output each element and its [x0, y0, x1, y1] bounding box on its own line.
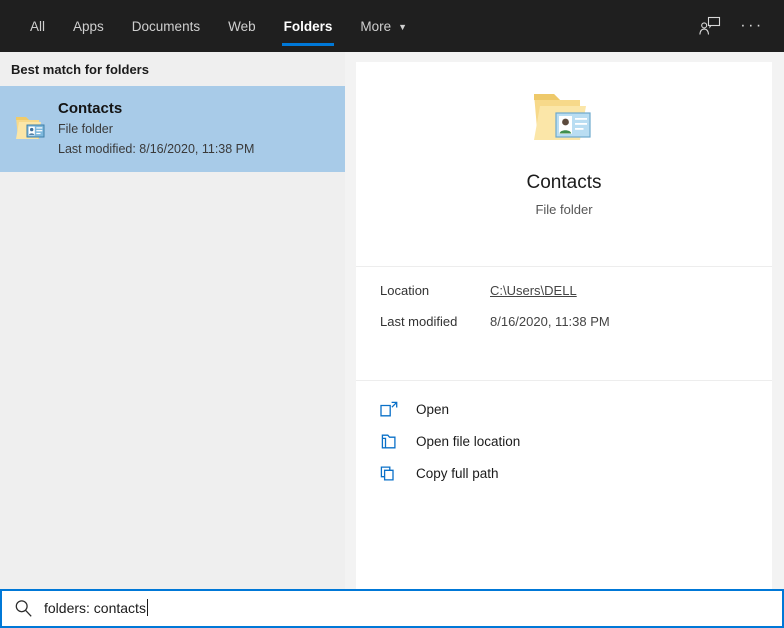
folder-contacts-large-icon: [356, 88, 772, 152]
search-input-container[interactable]: folders: contacts: [0, 589, 784, 628]
metadata-value-last-modified: 8/16/2020, 11:38 PM: [490, 314, 610, 329]
tab-web-label: Web: [228, 18, 256, 34]
results-list-pane: Best match for folders Contacts File fol…: [0, 52, 345, 589]
tab-documents[interactable]: Documents: [118, 0, 214, 52]
tab-all[interactable]: All: [16, 0, 59, 52]
tab-apps[interactable]: Apps: [59, 0, 118, 52]
tab-all-label: All: [30, 18, 46, 34]
search-tab-bar: All Apps Documents Web Folders More ▼ ··…: [0, 0, 784, 52]
search-icon: [2, 599, 44, 618]
overflow-dots-label: ···: [740, 17, 764, 34]
tab-more[interactable]: More ▼: [346, 0, 421, 52]
folder-open-icon: [380, 433, 410, 450]
tab-folders-label: Folders: [283, 18, 333, 34]
result-item-type: File folder: [58, 122, 113, 136]
text-caret: [146, 599, 148, 616]
action-copy-full-path-label: Copy full path: [416, 465, 499, 481]
tab-active-underline: [281, 43, 335, 46]
search-input-text[interactable]: folders: contacts: [44, 599, 148, 618]
chevron-down-icon: ▼: [398, 21, 408, 32]
result-item-modified: Last modified: 8/16/2020, 11:38 PM: [58, 142, 255, 156]
detail-actions: Open Open file location Copy full path: [356, 381, 772, 489]
metadata-value-location-link[interactable]: C:\Users\DELL: [490, 283, 577, 298]
metadata-key-last-modified: Last modified: [380, 314, 458, 329]
action-open-file-location[interactable]: Open file location: [380, 425, 772, 457]
action-open[interactable]: Open: [380, 393, 772, 425]
tab-bar-actions: ···: [692, 8, 770, 44]
metadata-key-location: Location: [380, 283, 430, 298]
result-item-contacts[interactable]: Contacts File folder Last modified: 8/16…: [0, 86, 345, 172]
tab-web[interactable]: Web: [214, 0, 270, 52]
detail-hero: Contacts File folder: [356, 62, 772, 217]
metadata-row-location: Location C:\Users\DELL: [380, 283, 772, 314]
result-item-text: Contacts File folder Last modified: 8/16…: [58, 99, 254, 159]
tab-folders[interactable]: Folders: [270, 0, 347, 52]
search-results-body: Best match for folders Contacts File fol…: [0, 52, 784, 589]
copy-icon: [380, 465, 410, 482]
metadata-row-last-modified: Last modified 8/16/2020, 11:38 PM: [380, 314, 772, 345]
detail-title: Contacts: [526, 172, 602, 193]
result-item-title: Contacts: [58, 100, 123, 117]
tab-more-label: More: [360, 18, 392, 34]
search-input-value: folders: contacts: [44, 600, 146, 616]
detail-preview-card: Contacts File folder Location C:\Users\D…: [356, 62, 772, 589]
folder-contacts-icon: [8, 114, 54, 144]
detail-subtitle: File folder: [535, 202, 593, 217]
detail-metadata: Location C:\Users\DELL Last modified 8/1…: [356, 267, 772, 349]
best-match-header: Best match for folders: [11, 62, 149, 77]
tab-documents-label: Documents: [131, 18, 201, 34]
action-copy-full-path[interactable]: Copy full path: [380, 457, 772, 489]
person-feedback-icon[interactable]: [692, 8, 728, 44]
action-open-file-location-label: Open file location: [416, 433, 521, 449]
action-open-label: Open: [416, 401, 450, 417]
more-options-icon[interactable]: ···: [734, 8, 770, 44]
open-external-icon: [380, 401, 410, 418]
tab-apps-label: Apps: [73, 18, 104, 34]
tab-list: All Apps Documents Web Folders More ▼: [16, 0, 421, 52]
